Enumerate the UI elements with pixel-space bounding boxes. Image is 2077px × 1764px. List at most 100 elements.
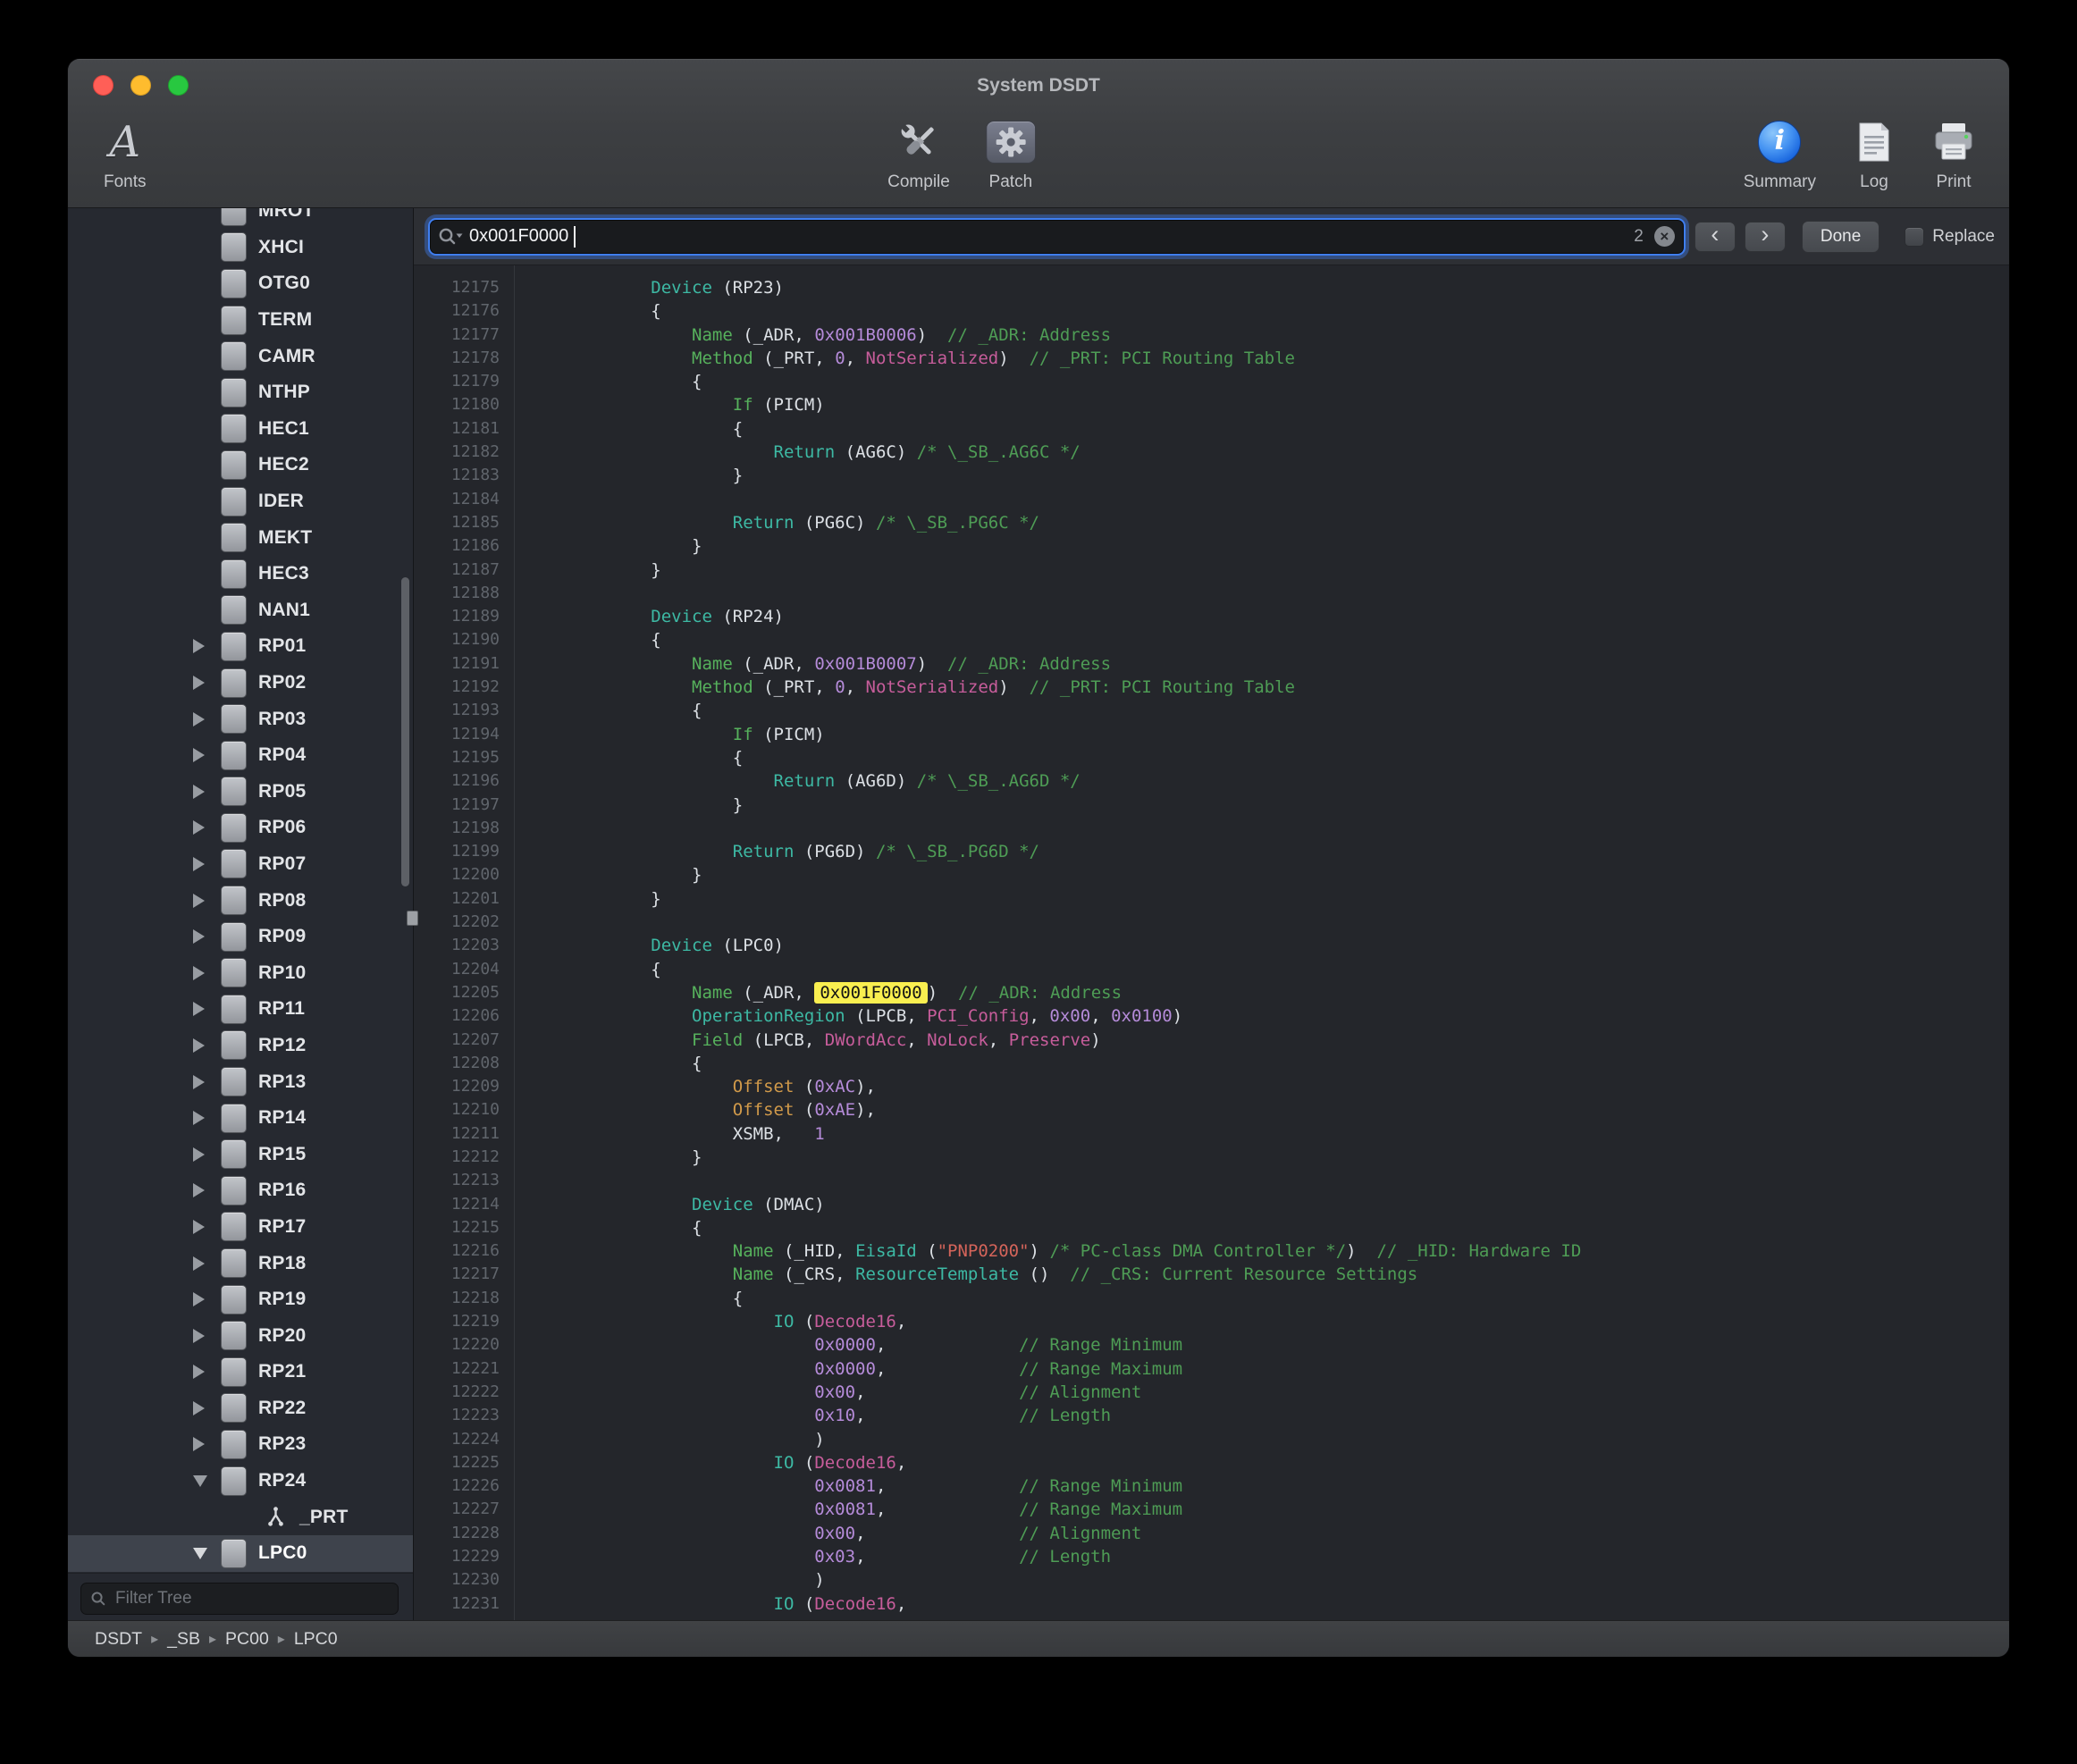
disclosure-triangle-icon[interactable] bbox=[193, 882, 216, 919]
code-line[interactable]: 12193 { bbox=[414, 699, 2009, 722]
code-line[interactable]: 12226 0x0081, // Range Minimum bbox=[414, 1474, 2009, 1498]
sidebar-item-rp02[interactable]: RP02 bbox=[68, 665, 413, 701]
code-line[interactable]: 12183 } bbox=[414, 464, 2009, 487]
clear-search-button[interactable]: × bbox=[1654, 226, 1675, 247]
code-line[interactable]: 12225 IO (Decode16, bbox=[414, 1451, 2009, 1474]
code-line[interactable]: 12220 0x0000, // Range Minimum bbox=[414, 1333, 2009, 1357]
code-line[interactable]: 12231 IO (Decode16, bbox=[414, 1592, 2009, 1616]
sidebar-item-rp01[interactable]: RP01 bbox=[68, 628, 413, 665]
print-button[interactable]: Print bbox=[1932, 116, 1975, 192]
code-line[interactable]: 12211 XSMB, 1 bbox=[414, 1122, 2009, 1146]
sidebar-item-rp17[interactable]: RP17 bbox=[68, 1209, 413, 1246]
fonts-button[interactable]: A Fonts bbox=[104, 116, 147, 192]
sidebar-item-rp20[interactable]: RP20 bbox=[68, 1317, 413, 1354]
code-line[interactable]: 12213 bbox=[414, 1169, 2009, 1192]
disclosure-triangle-icon[interactable] bbox=[193, 810, 216, 846]
disclosure-triangle-icon[interactable] bbox=[193, 991, 216, 1028]
code-line[interactable]: 12176 { bbox=[414, 299, 2009, 323]
disclosure-triangle-icon[interactable] bbox=[193, 1245, 216, 1281]
code-line[interactable]: 12182 Return (AG6C) /* \_SB_.AG6C */ bbox=[414, 441, 2009, 464]
code-line[interactable]: 12181 { bbox=[414, 417, 2009, 441]
sidebar-item-rp10[interactable]: RP10 bbox=[68, 954, 413, 991]
code-line[interactable]: 12219 IO (Decode16, bbox=[414, 1310, 2009, 1333]
code-line[interactable]: 12180 If (PICM) bbox=[414, 393, 2009, 416]
code-line[interactable]: 12178 Method (_PRT, 0, NotSerialized) //… bbox=[414, 347, 2009, 370]
sidebar-item-rp03[interactable]: RP03 bbox=[68, 701, 413, 737]
code-line[interactable]: 12198 bbox=[414, 817, 2009, 840]
code-line[interactable]: 12196 Return (AG6D) /* \_SB_.AG6D */ bbox=[414, 769, 2009, 793]
sidebar-item-rp06[interactable]: RP06 bbox=[68, 810, 413, 846]
code-line[interactable]: 12229 0x03, // Length bbox=[414, 1545, 2009, 1568]
disclosure-triangle-icon[interactable] bbox=[193, 628, 216, 665]
code-line[interactable]: 12197 } bbox=[414, 794, 2009, 817]
disclosure-triangle-icon[interactable] bbox=[193, 737, 216, 774]
code-line[interactable]: 12227 0x0081, // Range Maximum bbox=[414, 1498, 2009, 1521]
code-line[interactable]: 12194 If (PICM) bbox=[414, 723, 2009, 746]
sidebar-item-ider[interactable]: IDER bbox=[68, 483, 413, 520]
sidebar-item-otg0[interactable]: OTG0 bbox=[68, 265, 413, 302]
sidebar-item-rp24[interactable]: RP24 bbox=[68, 1463, 413, 1499]
sidebar-item-mekt[interactable]: MEKT bbox=[68, 519, 413, 556]
sidebar-item-rp12[interactable]: RP12 bbox=[68, 1028, 413, 1064]
code-line[interactable]: 12190 { bbox=[414, 628, 2009, 651]
breadcrumb-item[interactable]: LPC0 bbox=[294, 1629, 338, 1650]
sidebar-item-hec1[interactable]: HEC1 bbox=[68, 411, 413, 448]
code-line[interactable]: 12224 ) bbox=[414, 1428, 2009, 1451]
disclosure-triangle-icon[interactable] bbox=[193, 1172, 216, 1209]
previous-match-button[interactable]: ‹ bbox=[1694, 222, 1736, 252]
code-line[interactable]: 12210 Offset (0xAE), bbox=[414, 1098, 2009, 1121]
code-line[interactable]: 12192 Method (_PRT, 0, NotSerialized) //… bbox=[414, 676, 2009, 699]
breadcrumb-item[interactable]: DSDT bbox=[95, 1629, 142, 1650]
disclosure-triangle-icon[interactable] bbox=[193, 919, 216, 955]
code-line[interactable]: 12184 bbox=[414, 488, 2009, 511]
sidebar-item-nan1[interactable]: NAN1 bbox=[68, 592, 413, 629]
sidebar-item-rp14[interactable]: RP14 bbox=[68, 1100, 413, 1137]
code-line[interactable]: 12191 Name (_ADR, 0x001B0007) // _ADR: A… bbox=[414, 652, 2009, 676]
disclosure-triangle-icon[interactable] bbox=[193, 1426, 216, 1463]
filter-field[interactable] bbox=[80, 1583, 399, 1615]
disclosure-triangle-icon[interactable] bbox=[193, 1390, 216, 1427]
minimize-button[interactable] bbox=[130, 75, 151, 96]
code-line[interactable]: 12177 Name (_ADR, 0x001B0006) // _ADR: A… bbox=[414, 323, 2009, 347]
disclosure-triangle-icon[interactable] bbox=[193, 1354, 216, 1390]
compile-button[interactable]: Compile bbox=[887, 116, 950, 192]
sidebar-scrollbar-thumb[interactable] bbox=[401, 577, 409, 886]
code-line[interactable]: 12214 Device (DMAC) bbox=[414, 1193, 2009, 1216]
code-line[interactable]: 12205 Name (_ADR, 0x001F0000) // _ADR: A… bbox=[414, 981, 2009, 1004]
code-line[interactable]: 12218 { bbox=[414, 1287, 2009, 1310]
code-line[interactable]: 12230 ) bbox=[414, 1568, 2009, 1592]
log-button[interactable]: Log bbox=[1857, 116, 1891, 192]
sidebar-item-rp04[interactable]: RP04 bbox=[68, 737, 413, 774]
code-line[interactable]: 12215 { bbox=[414, 1216, 2009, 1239]
disclosure-triangle-icon[interactable] bbox=[193, 1535, 216, 1572]
sidebar-item-nthp[interactable]: NTHP bbox=[68, 374, 413, 411]
zoom-button[interactable] bbox=[168, 75, 189, 96]
sidebar-item-rp21[interactable]: RP21 bbox=[68, 1354, 413, 1390]
code-line[interactable]: 12175 Device (RP23) bbox=[414, 276, 2009, 299]
pane-splitter-grip[interactable] bbox=[407, 911, 418, 926]
breadcrumb-item[interactable]: PC00 bbox=[225, 1629, 269, 1650]
sidebar-item-prt[interactable]: _PRT bbox=[68, 1499, 413, 1535]
code-line[interactable]: 12212 } bbox=[414, 1146, 2009, 1169]
code-line[interactable]: 12217 Name (_CRS, ResourceTemplate () //… bbox=[414, 1263, 2009, 1286]
sidebar-item-term[interactable]: TERM bbox=[68, 302, 413, 339]
sidebar-item-hec2[interactable]: HEC2 bbox=[68, 447, 413, 483]
sidebar-item-lpc0[interactable]: LPC0 bbox=[68, 1535, 413, 1572]
code-line[interactable]: 12187 } bbox=[414, 559, 2009, 582]
code-line[interactable]: 12208 { bbox=[414, 1052, 2009, 1075]
summary-button[interactable]: i Summary bbox=[1744, 116, 1816, 192]
code-line[interactable]: 12228 0x00, // Alignment bbox=[414, 1522, 2009, 1545]
disclosure-triangle-icon[interactable] bbox=[193, 1028, 216, 1064]
sidebar-item-hec3[interactable]: HEC3 bbox=[68, 556, 413, 592]
code-line[interactable]: 12201 } bbox=[414, 887, 2009, 911]
sidebar-item-rp08[interactable]: RP08 bbox=[68, 882, 413, 919]
code-line[interactable]: 12189 Device (RP24) bbox=[414, 605, 2009, 628]
search-input[interactable]: 0x001F0000 bbox=[469, 226, 568, 247]
sidebar-item-rp09[interactable]: RP09 bbox=[68, 919, 413, 955]
disclosure-triangle-icon[interactable] bbox=[193, 1317, 216, 1354]
sidebar-item-rp18[interactable]: RP18 bbox=[68, 1245, 413, 1281]
disclosure-triangle-icon[interactable] bbox=[193, 1063, 216, 1100]
search-menu-icon[interactable] bbox=[437, 226, 464, 248]
code-line[interactable]: 12179 { bbox=[414, 370, 2009, 393]
code-line[interactable]: 12209 Offset (0xAC), bbox=[414, 1075, 2009, 1098]
